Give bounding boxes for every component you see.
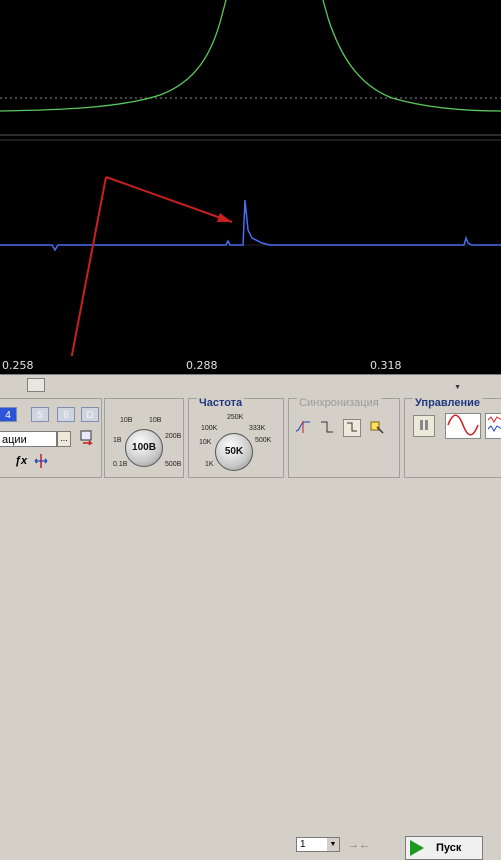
sine-wave-icon[interactable]: [445, 413, 481, 439]
lower-trace: [0, 199, 501, 252]
sync-channel-value: 1: [300, 839, 306, 850]
run-button[interactable]: Пуск: [405, 836, 483, 860]
channel-tab-6[interactable]: 6: [57, 407, 75, 422]
x-tick-label: 0.318: [370, 359, 402, 372]
control-title: Управление: [413, 397, 483, 409]
cursor-icon[interactable]: [33, 453, 49, 469]
scope-plot: [0, 0, 501, 356]
amp-tick: 1В: [113, 437, 122, 444]
channel-tab-4[interactable]: 4: [0, 407, 17, 422]
sync-group: Синхронизация: [288, 397, 400, 478]
export-icon[interactable]: [79, 429, 95, 446]
falling-edge-icon[interactable]: [319, 419, 335, 435]
upper-trace: [0, 0, 501, 112]
amplitude-knob[interactable]: 100В: [125, 429, 163, 467]
amp-tick: 10В: [149, 417, 162, 424]
play-icon: [410, 840, 424, 856]
chevron-down-icon[interactable]: ▼: [327, 838, 339, 851]
rising-edge-icon[interactable]: [295, 419, 311, 435]
control-panel: 4 5 6 D ации ... ƒx 10В 10В 1В 200В 0.1В…: [0, 394, 501, 860]
multi-wave-icon[interactable]: [485, 413, 501, 439]
fx-icon[interactable]: ƒx: [13, 453, 29, 469]
external-trigger-icon[interactable]: [343, 419, 361, 437]
freq-tick: 500K: [255, 437, 272, 444]
amp-tick: 500В: [165, 461, 182, 468]
sync-mode-icon[interactable]: →←: [348, 837, 370, 853]
frequency-knob[interactable]: 50K: [215, 433, 253, 471]
frequency-group: Частота 250K 100K 333K 10K 500K 1K 50K: [188, 397, 284, 478]
freq-tick: 250K: [227, 414, 244, 421]
oscilloscope-screen[interactable]: [0, 0, 501, 356]
freq-tick: 333K: [249, 425, 266, 432]
amplitude-group: 10В 10В 1В 200В 0.1В 500В 100В: [104, 398, 184, 478]
scroll-arrow-icon[interactable]: ▼: [454, 384, 461, 391]
freq-tick: 10K: [199, 439, 212, 446]
amp-tick: 0.1В: [113, 461, 128, 468]
amp-tick: 200В: [165, 433, 182, 440]
amplitude-value: 100В: [132, 442, 156, 453]
amp-tick: 10В: [120, 417, 133, 424]
freq-tick: 100K: [201, 425, 218, 432]
run-button-label: Пуск: [436, 842, 462, 854]
pause-icon[interactable]: [413, 415, 435, 437]
channel-tab-d[interactable]: D: [81, 407, 99, 422]
auto-sync-icon[interactable]: [369, 419, 385, 435]
frequency-value: 50K: [224, 446, 244, 457]
channel-tab-5[interactable]: 5: [31, 407, 49, 422]
sync-title: Синхронизация: [297, 397, 381, 409]
x-tick-label: 0.258: [2, 359, 34, 372]
sync-channel-select[interactable]: 1 ▼: [296, 837, 340, 852]
x-axis: 0.258 0.288 0.318: [0, 356, 501, 374]
freq-tick: 1K: [205, 461, 214, 468]
function-input[interactable]: ации: [0, 431, 57, 447]
x-tick-label: 0.288: [186, 359, 218, 372]
control-group: Управление: [404, 397, 501, 478]
annotation-arrows: [70, 176, 233, 356]
frequency-title: Частота: [197, 397, 245, 409]
time-scrollbar[interactable]: ▼: [0, 374, 501, 395]
function-more-button[interactable]: ...: [57, 431, 71, 447]
channel-group: 4 5 6 D ации ... ƒx: [0, 398, 102, 478]
scroll-thumb[interactable]: [27, 378, 45, 392]
